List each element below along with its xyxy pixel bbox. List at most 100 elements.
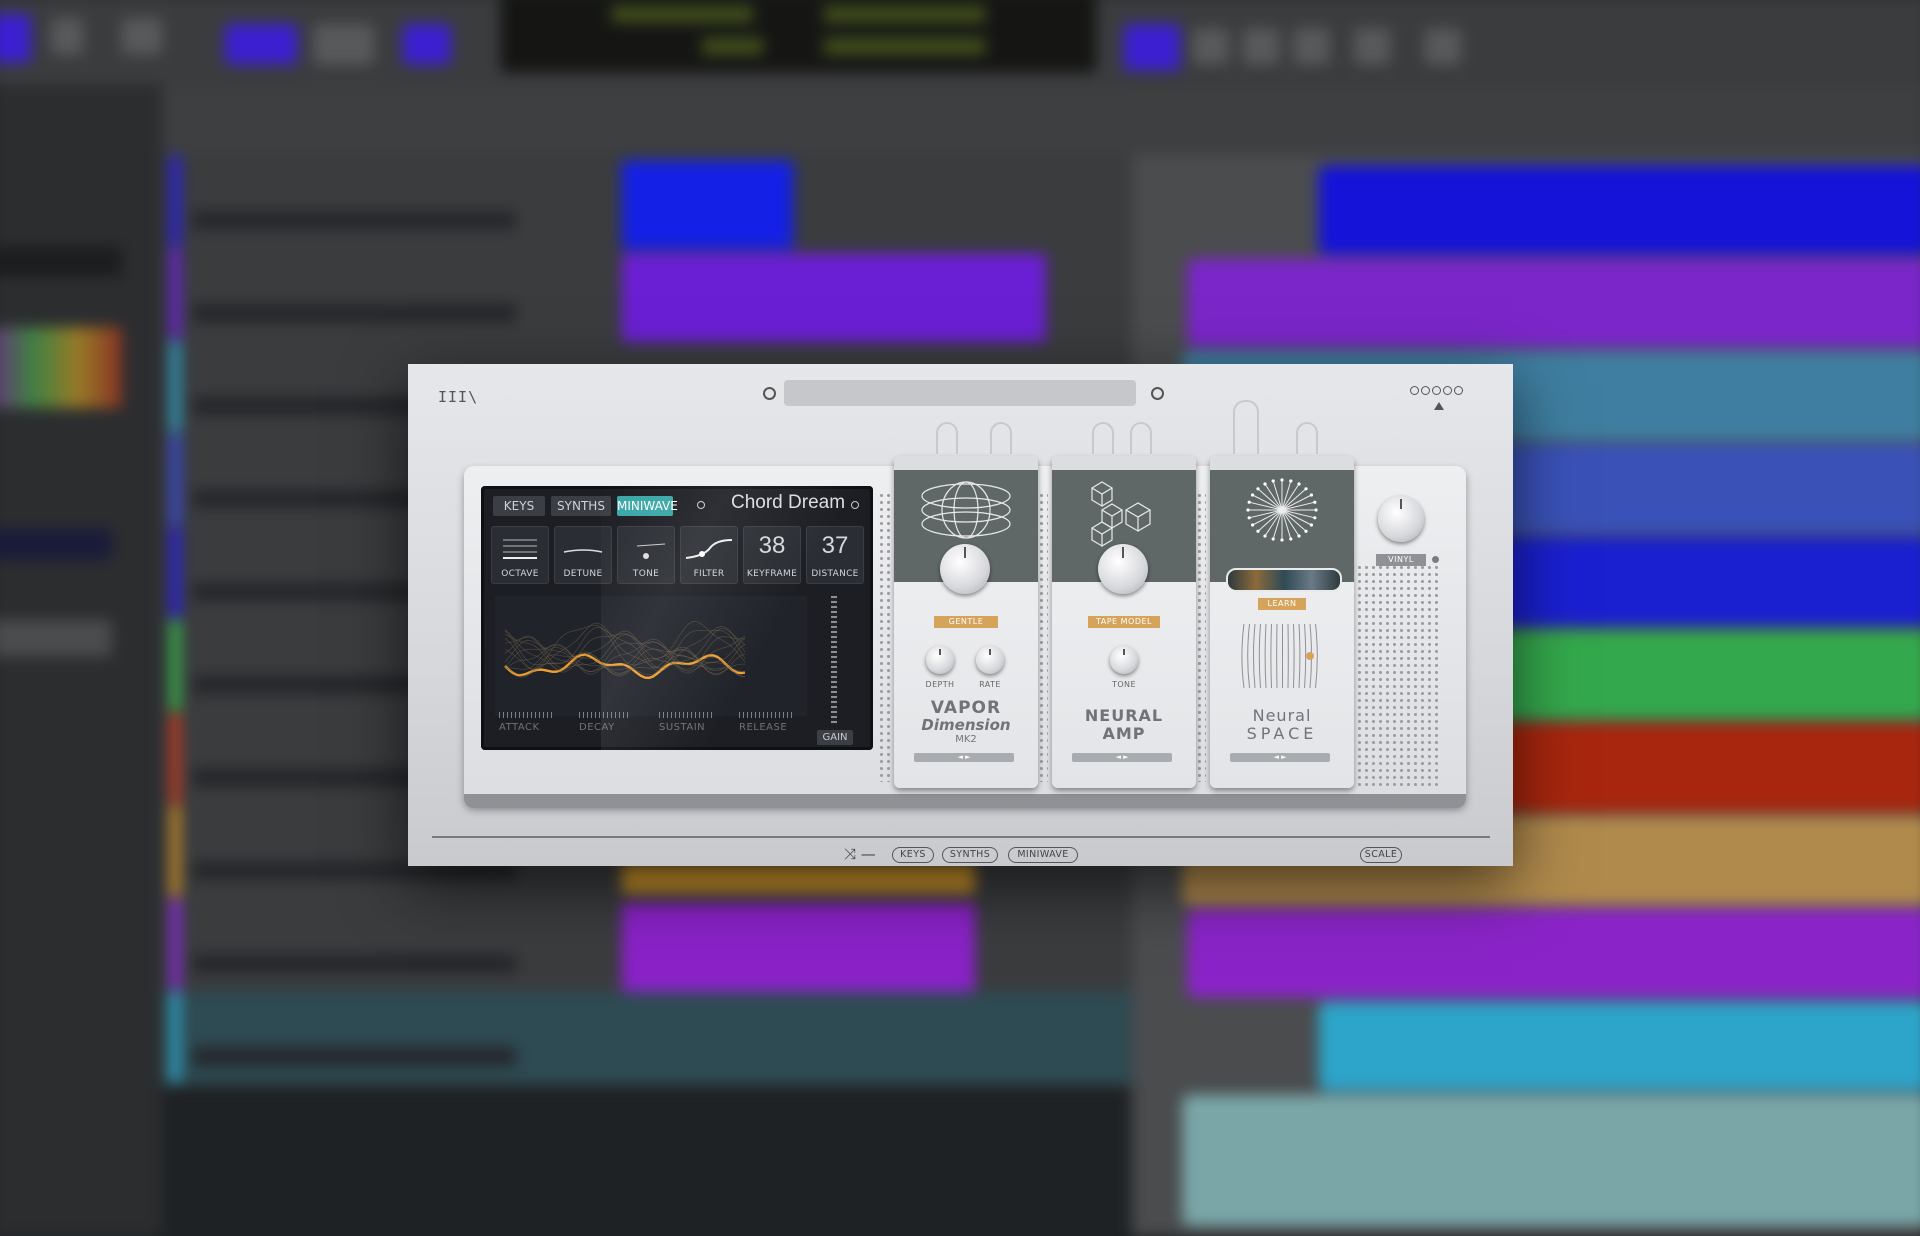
waveform-display bbox=[495, 596, 807, 716]
tone-knob[interactable] bbox=[1110, 646, 1138, 674]
octave-control[interactable]: OCTAVE bbox=[491, 526, 549, 584]
cable-icon bbox=[1092, 422, 1114, 454]
tone-dot-icon bbox=[636, 543, 666, 559]
pedal-vapor-dimension: GENTLE DEPTH RATE VAPOR Dimension MK2 ◄ … bbox=[894, 456, 1038, 788]
toolbar-button bbox=[1192, 28, 1229, 65]
shuffle-icon[interactable]: ⤨ — bbox=[844, 845, 876, 863]
burst-icon bbox=[1246, 478, 1318, 542]
distance-label: DISTANCE bbox=[811, 569, 859, 579]
keyframe-value: 38 bbox=[758, 532, 786, 559]
footer-synths-button[interactable]: SYNTHS bbox=[942, 847, 998, 863]
speaker-grille bbox=[1038, 492, 1048, 782]
speaker-grille bbox=[1356, 564, 1438, 788]
rate-knob[interactable] bbox=[976, 646, 1004, 674]
preset-next-icon[interactable] bbox=[1151, 387, 1164, 400]
keyframe-control[interactable]: 38 KEYFRAME bbox=[743, 526, 801, 584]
preset-prev-icon[interactable] bbox=[697, 501, 705, 509]
tape-model-badge[interactable]: TAPE MODEL bbox=[1088, 616, 1160, 628]
cable-icon bbox=[1233, 400, 1259, 454]
main-knob[interactable] bbox=[940, 544, 990, 594]
tab-synths[interactable]: SYNTHS bbox=[551, 496, 611, 516]
cable-icon bbox=[1130, 422, 1152, 454]
decay-ticks[interactable] bbox=[579, 712, 629, 718]
gain-label: GAIN bbox=[817, 730, 853, 745]
toolbar-button bbox=[1424, 28, 1461, 65]
plugin-window: III\ KEYS SYNTHS MINIWAVE Chord Dream OC… bbox=[408, 364, 1513, 866]
waveform-graph bbox=[504, 621, 746, 680]
toolbar-button bbox=[1293, 28, 1330, 65]
distance-control[interactable]: 37 DISTANCE bbox=[806, 526, 864, 584]
scale-button[interactable]: SCALE bbox=[1360, 847, 1402, 863]
pedal-subtitle: Dimension bbox=[921, 716, 1011, 734]
detune-label: DETUNE bbox=[563, 569, 603, 579]
keyframe-label: KEYFRAME bbox=[746, 569, 798, 579]
preset-name[interactable]: Chord Dream bbox=[731, 492, 845, 514]
sustain-label: SUSTAIN bbox=[659, 722, 706, 733]
preset-bar[interactable] bbox=[784, 380, 1136, 406]
vinyl-label: VINYL bbox=[1376, 554, 1426, 566]
browser-panel bbox=[0, 84, 163, 1236]
toolbar-button bbox=[1123, 24, 1181, 71]
tab-miniwave[interactable]: MINIWAVE bbox=[617, 496, 678, 516]
pedal-switch[interactable]: ◄ ► bbox=[914, 753, 1014, 762]
vinyl-knob[interactable] bbox=[1378, 496, 1424, 542]
transport-display bbox=[500, 0, 1097, 73]
release-ticks[interactable] bbox=[739, 712, 795, 718]
preset-prev-icon[interactable] bbox=[763, 387, 776, 400]
attack-ticks[interactable] bbox=[499, 712, 553, 718]
plugin-logo: III\ bbox=[438, 388, 479, 406]
filter-label: FILTER bbox=[693, 569, 725, 579]
tone-label: TONE bbox=[632, 569, 660, 579]
main-knob[interactable] bbox=[1098, 544, 1148, 594]
detune-control[interactable]: DETUNE bbox=[554, 526, 612, 584]
toolbar-button bbox=[402, 24, 451, 65]
detune-line-icon bbox=[563, 549, 603, 553]
pedal-model: MK2 bbox=[955, 734, 977, 745]
decay-label: DECAY bbox=[579, 722, 615, 733]
pedal-switch[interactable]: ◄ ► bbox=[1230, 753, 1330, 762]
menu-dots-icon[interactable] bbox=[1410, 386, 1466, 412]
pedal-title: Neural bbox=[1252, 706, 1312, 725]
depth-knob[interactable] bbox=[926, 646, 954, 674]
octave-lines-icon bbox=[503, 539, 537, 559]
pedal-neural-space: LEARN Neural SPACE ◄ ► bbox=[1210, 456, 1354, 788]
distance-value: 37 bbox=[821, 532, 849, 559]
attack-label: ATTACK bbox=[499, 722, 540, 733]
learn-badge[interactable]: LEARN bbox=[1258, 598, 1306, 610]
pedal-subtitle: SPACE bbox=[1246, 724, 1318, 743]
speaker-grille bbox=[1196, 492, 1206, 782]
cable-icon bbox=[936, 422, 958, 454]
filter-curve-icon bbox=[685, 539, 733, 559]
toolbar-button bbox=[313, 24, 375, 65]
pedal-subtitle: AMP bbox=[1102, 724, 1146, 743]
footer-divider bbox=[432, 836, 1490, 838]
toolbar-button bbox=[1353, 28, 1391, 65]
tab-keys[interactable]: KEYS bbox=[493, 496, 545, 516]
cable-icon bbox=[990, 422, 1012, 454]
scene-header bbox=[162, 84, 1132, 156]
toolbar-button bbox=[121, 18, 163, 55]
space-field-icon bbox=[1241, 623, 1318, 689]
gain-meter[interactable] bbox=[831, 596, 837, 724]
footer-keys-button[interactable]: KEYS bbox=[892, 847, 934, 863]
synth-screen: KEYS SYNTHS MINIWAVE Chord Dream OCTAVE … bbox=[481, 486, 873, 750]
gentle-badge[interactable]: GENTLE bbox=[934, 616, 998, 628]
sustain-ticks[interactable] bbox=[659, 712, 715, 718]
vinyl-led-icon bbox=[1432, 556, 1439, 563]
pedal-switch[interactable]: ◄ ► bbox=[1072, 753, 1172, 762]
daw-toolbar bbox=[0, 0, 1920, 85]
tone-control[interactable]: TONE bbox=[617, 526, 675, 584]
preset-next-icon[interactable] bbox=[851, 501, 859, 509]
tone-label: TONE bbox=[1112, 680, 1136, 689]
filter-control[interactable]: FILTER bbox=[680, 526, 738, 584]
toolbar-button bbox=[224, 24, 298, 65]
pedalboard-base bbox=[464, 794, 1466, 808]
toolbar-button bbox=[0, 14, 31, 63]
pedal-neural-amp: TAPE MODEL TONE NEURAL AMP ◄ ► bbox=[1052, 456, 1196, 788]
toolbar-button bbox=[1242, 28, 1280, 65]
pedal-header bbox=[1210, 470, 1354, 582]
learn-display[interactable] bbox=[1226, 568, 1342, 592]
pedal-title: NEURAL bbox=[1084, 706, 1164, 725]
footer-miniwave-button[interactable]: MINIWAVE bbox=[1008, 847, 1078, 863]
release-label: RELEASE bbox=[739, 722, 788, 733]
